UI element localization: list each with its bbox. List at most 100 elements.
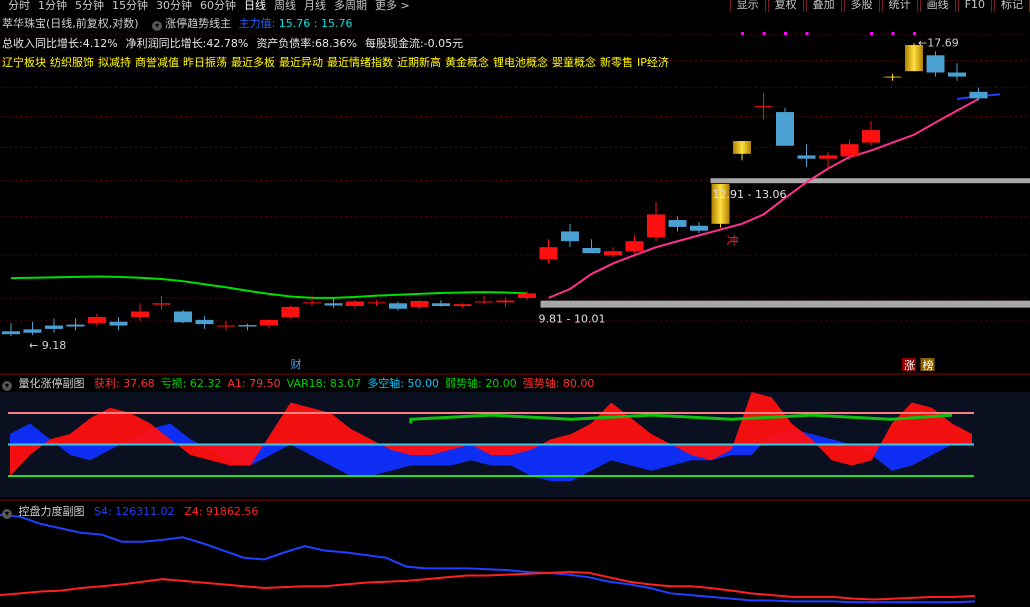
candle-body (152, 303, 171, 305)
sub1-label: A1: 79.50 (227, 377, 281, 390)
candle-body (66, 324, 85, 327)
candle-body (647, 214, 665, 238)
candle-body (23, 329, 42, 333)
candle-body (131, 311, 149, 318)
event-mark-bang: 榜 (923, 358, 934, 372)
candle-body (432, 303, 450, 306)
candle-body (733, 141, 751, 154)
s4-line (0, 514, 976, 604)
dropdown-icon[interactable]: ▾ (2, 509, 12, 519)
sub-panel2-name[interactable]: 控盘力度副图 (19, 505, 85, 518)
stats-row: 总收入同比增长:4.12% 净利润同比增长:42.78% 资产负债率:68.36% 每… (2, 35, 471, 51)
stat-item: 每股现金流:-0.05元 (364, 37, 464, 50)
indicator-value-2: 15.76 (321, 17, 353, 30)
concept-tag[interactable]: 商誉减值 (135, 56, 179, 69)
stock-header: 萃华珠宝(日线,前复权,对数) ▾ 涨停趋势线主 主力值: 15.76 : 15.… (2, 15, 353, 31)
candle-body (604, 251, 622, 256)
candle-body (539, 247, 558, 260)
concept-tag[interactable]: 最近异动 (279, 56, 323, 69)
candle-body (453, 304, 472, 306)
indicator-value-1: 15.76 (278, 17, 311, 30)
price-high-label: ←17.69 (918, 37, 959, 50)
candle-body (840, 144, 859, 157)
dropdown-icon[interactable]: ▾ (2, 381, 12, 391)
signal-dot (891, 32, 895, 35)
concept-tag[interactable]: 黄金概念 (445, 56, 489, 69)
candle-body (926, 55, 945, 73)
sub-panel2-header: ▾ 控盘力度副图 S4: 126311.02 Z4: 91862.56 (2, 503, 264, 519)
indicator-name[interactable]: 涨停趋势线主 (165, 17, 231, 30)
candle-body (475, 301, 493, 303)
dropdown-icon[interactable]: ▾ (152, 21, 163, 31)
candle-body (518, 293, 536, 298)
candle-body (109, 321, 128, 326)
candle-body (819, 155, 837, 159)
candle-body (561, 231, 579, 242)
event-mark-cai: 财 (291, 357, 302, 371)
candle-body (2, 331, 20, 335)
concept-tag[interactable]: 纺织服饰 (50, 56, 94, 69)
candle-body (862, 130, 880, 143)
candle-body (690, 225, 708, 231)
sub-panel1-name[interactable]: 量化涨停副图 (19, 377, 85, 390)
candle-body (969, 91, 988, 99)
candle-body (45, 325, 63, 329)
signal-dot (913, 32, 916, 35)
zone-lower-label: 9.81 - 10.01 (539, 313, 606, 326)
candle-body (281, 306, 300, 318)
zone-upper-label: 12.91 - 13.06 (713, 188, 787, 201)
signal-dot (784, 32, 787, 35)
candle-body (346, 301, 364, 306)
candle-body (625, 241, 644, 252)
candle-body (260, 319, 278, 326)
candle-body (496, 300, 515, 303)
ma-green-line (10, 275, 528, 299)
candle-body (238, 325, 257, 327)
candle-body (582, 247, 601, 254)
candle-body (217, 325, 235, 327)
indicator-label: 主力值: (238, 17, 276, 30)
concept-tag[interactable]: IP经济 (637, 56, 669, 69)
sub1-label: VAR18: 83.07 (286, 377, 362, 390)
s4-label: S4: 126311.02 (94, 505, 175, 518)
concepts-row: 辽宁板块 纺织服饰 拟减持 商誉减值 昨日振荡 最近多板 最近异动 最近情绪指数 近期新高 黄金概… (2, 54, 673, 70)
signal-dot (805, 32, 809, 35)
stock-title[interactable]: 萃华珠宝(日线,前复权,对数) (2, 17, 139, 30)
stat-item: 总收入同比增长:4.12% (2, 37, 118, 50)
candle-body (195, 319, 214, 325)
concept-tag[interactable]: 近期新高 (397, 56, 441, 69)
sub1-label: 获利: 37.68 (94, 377, 155, 390)
sub1-label: 多空轴: 50.00 (367, 377, 440, 390)
concept-tag[interactable]: 新零售 (600, 56, 633, 69)
stat-item: 资产负债率:68.36% (256, 37, 357, 50)
z4-label: Z4: 91862.56 (184, 505, 259, 518)
support-zone-upper (710, 178, 1030, 184)
candle-body (389, 303, 407, 309)
candle-body (668, 220, 687, 227)
signal-dot (870, 32, 873, 35)
signal-dot (762, 32, 766, 35)
concept-tag[interactable]: 锂电池概念 (493, 56, 548, 69)
signal-dot (741, 32, 744, 35)
concept-tag[interactable]: 拟减持 (98, 56, 131, 69)
z4-line (0, 570, 976, 601)
candle-body (754, 106, 773, 108)
concept-tag[interactable]: 辽宁板块 (2, 56, 46, 69)
candle-body (883, 76, 902, 78)
concept-tag[interactable]: 最近情绪指数 (327, 56, 393, 69)
concept-tag[interactable]: 最近多板 (231, 56, 275, 69)
concept-tag[interactable]: 婴童概念 (552, 56, 596, 69)
candle-body (797, 155, 816, 159)
candle-body (776, 112, 794, 146)
candle-body (948, 72, 966, 77)
sub1-label: 弱势轴: 20.00 (445, 377, 517, 390)
sub-panel1-header: ▾ 量化涨停副图 获利: 37.68 亏损: 62.32 A1: 79.50 VAR1… (2, 375, 600, 391)
candle-body (324, 303, 343, 306)
price-low-label: ← 9.18 (29, 339, 66, 352)
candle-body (303, 302, 321, 304)
candle-body (174, 311, 192, 323)
sub1-label: 亏损: 62.32 (160, 377, 222, 390)
event-mark-zhang: 涨 (904, 359, 915, 372)
support-zone-lower (540, 300, 1030, 308)
concept-tag[interactable]: 昨日振荡 (183, 56, 227, 69)
